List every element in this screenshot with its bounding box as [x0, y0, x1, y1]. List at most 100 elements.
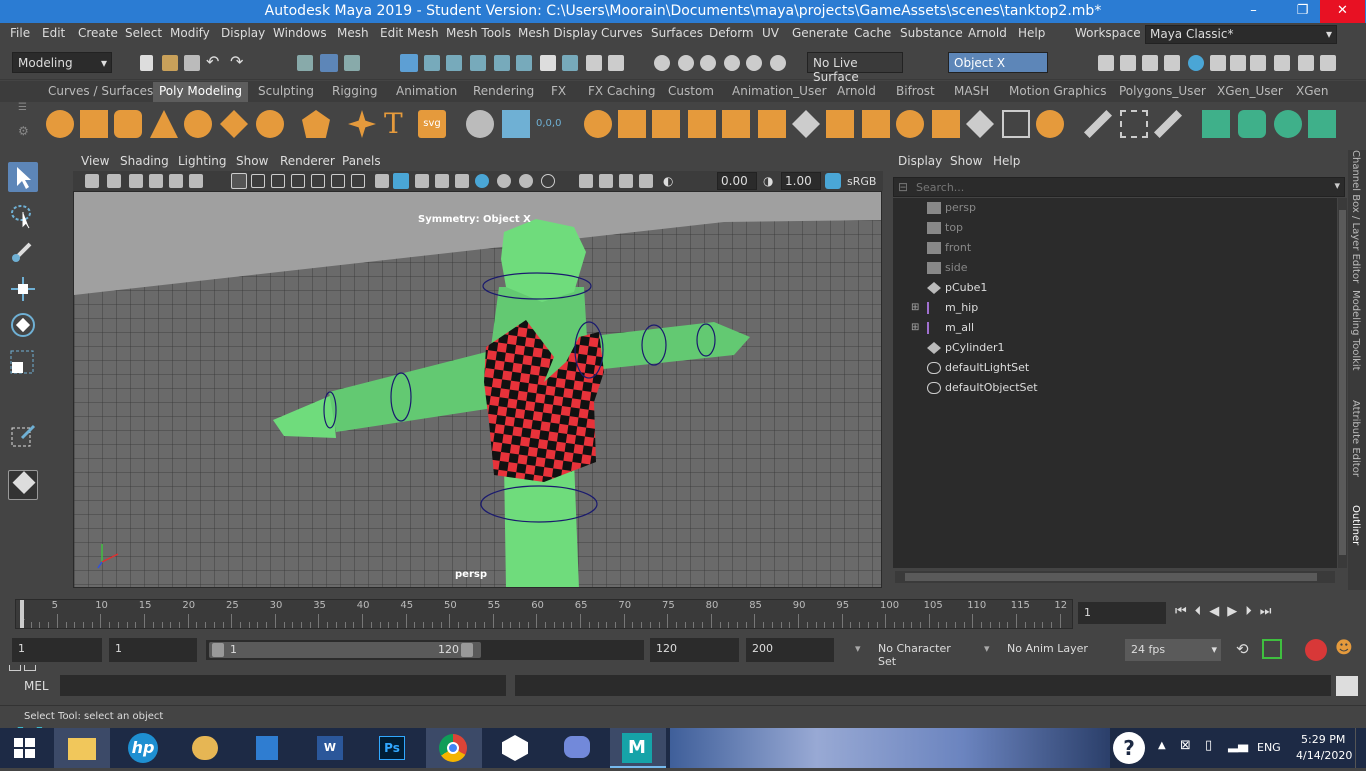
- expand-icon[interactable]: ⊞: [911, 318, 919, 338]
- channel-box-icon[interactable]: [1298, 55, 1314, 71]
- multi-cut-icon[interactable]: [1002, 110, 1030, 138]
- hscrollbar-thumb[interactable]: [905, 573, 1317, 581]
- poly-sphere-icon[interactable]: [46, 110, 74, 138]
- shelf-settings-icon[interactable]: ⚙: [18, 124, 29, 138]
- reflection-icon[interactable]: [700, 55, 716, 71]
- ipr-render-icon[interactable]: [1142, 55, 1158, 71]
- platonic-solid-icon[interactable]: [302, 110, 330, 138]
- workspace-dropdown[interactable]: Maya Classic* ▾: [1145, 25, 1337, 44]
- exposure-field[interactable]: 0.00: [717, 172, 757, 190]
- camera-select-icon[interactable]: [85, 174, 99, 188]
- current-time-marker[interactable]: [20, 600, 24, 628]
- uv-planar-icon[interactable]: [1202, 110, 1230, 138]
- hypershade-icon[interactable]: [1188, 55, 1204, 71]
- scrollbar-thumb[interactable]: [1339, 210, 1346, 555]
- shelf-tab-xgen[interactable]: XGen: [1290, 84, 1335, 98]
- last-tool-icon[interactable]: [8, 422, 38, 452]
- select-object-icon[interactable]: [320, 54, 338, 72]
- quad-draw-icon[interactable]: [1084, 110, 1112, 138]
- playback-start-field[interactable]: 1: [109, 638, 197, 662]
- lock-icon[interactable]: [586, 55, 602, 71]
- outliner-item[interactable]: persp: [893, 198, 1337, 218]
- tweak-icon[interactable]: [724, 55, 740, 71]
- channel-box-tab[interactable]: Channel Box / Layer Editor: [1350, 150, 1361, 283]
- discord-icon[interactable]: [550, 728, 606, 768]
- snap-surface-icon[interactable]: [494, 55, 510, 71]
- outliner-menu-show[interactable]: Show: [950, 154, 982, 168]
- chrome-icon[interactable]: [426, 728, 482, 768]
- merge-icon[interactable]: [862, 110, 890, 138]
- checkered-vest-mesh[interactable]: [484, 320, 604, 482]
- attribute-editor-tab[interactable]: Attribute Editor: [1350, 400, 1361, 477]
- anti-aliasing-icon[interactable]: [541, 174, 555, 188]
- outliner-menu-display[interactable]: Display: [898, 154, 942, 168]
- bookmarks-icon[interactable]: [129, 174, 143, 188]
- panel-menu-show[interactable]: Show: [236, 154, 268, 168]
- clock-date[interactable]: 4/14/2020: [1296, 749, 1352, 762]
- menu-uv[interactable]: UV: [762, 26, 779, 40]
- current-frame-field[interactable]: 1: [1078, 602, 1166, 624]
- rotate-tool-icon[interactable]: [8, 310, 38, 340]
- mel-command-input[interactable]: [60, 675, 506, 696]
- notepad-icon[interactable]: [240, 728, 296, 768]
- shelf-tab-polygons-user[interactable]: Polygons_User: [1113, 84, 1212, 98]
- gamma-icon[interactable]: ◑: [763, 174, 777, 188]
- character-set-field[interactable]: No Character Set: [872, 638, 970, 668]
- render-settings-icon[interactable]: [1164, 55, 1180, 71]
- wireframe-icon[interactable]: [375, 174, 389, 188]
- poly-disc-icon[interactable]: [256, 110, 284, 138]
- new-scene-icon[interactable]: [140, 55, 153, 71]
- modeling-toolkit-icon[interactable]: [1230, 55, 1246, 71]
- collapse-icon[interactable]: [966, 110, 994, 138]
- step-back-key-icon[interactable]: ⏴: [1195, 604, 1210, 619]
- shadows-icon[interactable]: [475, 174, 489, 188]
- shelf-tab-fx[interactable]: FX: [545, 84, 572, 98]
- use-all-lights-icon[interactable]: [455, 174, 469, 188]
- gamma-field[interactable]: 1.00: [781, 172, 821, 190]
- go-to-end-icon[interactable]: ⏭: [1260, 604, 1280, 619]
- render-current-icon[interactable]: [1120, 55, 1136, 71]
- poly-plane-icon[interactable]: [220, 110, 248, 138]
- safe-title-icon[interactable]: [351, 174, 365, 188]
- outliner-item[interactable]: top: [893, 218, 1337, 238]
- safe-action-icon[interactable]: [331, 174, 345, 188]
- animation-end-field[interactable]: 200: [746, 638, 834, 662]
- shelf-tab-sculpting[interactable]: Sculpting: [252, 84, 320, 98]
- snap-curve-icon[interactable]: [424, 55, 440, 71]
- auto-key-icon[interactable]: [1262, 639, 1282, 659]
- playback-end-field[interactable]: 120: [650, 638, 739, 662]
- poly-torus-icon[interactable]: [184, 110, 212, 138]
- panel-menu-renderer[interactable]: Renderer: [280, 154, 335, 168]
- step-forward-key-icon[interactable]: ⏵: [1245, 604, 1260, 619]
- menu-create[interactable]: Create: [78, 26, 118, 40]
- undo-icon[interactable]: ↶: [206, 54, 222, 71]
- camera-attributes-icon[interactable]: [107, 174, 121, 188]
- range-slider-end-handle[interactable]: [461, 643, 473, 657]
- start-button[interactable]: [0, 728, 50, 768]
- panel-menu-view[interactable]: View: [81, 154, 109, 168]
- smooth-shade-icon[interactable]: [393, 173, 409, 189]
- time-ruler[interactable]: 1510152025303540455055606570758085909510…: [15, 599, 1073, 629]
- marquee-icon[interactable]: [746, 55, 762, 71]
- search-options-chevron-down-icon[interactable]: ▾: [1334, 179, 1340, 192]
- outliner-item[interactable]: ⊞ m_all: [893, 318, 1337, 338]
- symmetry-dropdown[interactable]: Object X: [948, 52, 1048, 73]
- wedge-icon[interactable]: [932, 110, 960, 138]
- poly-cone-icon[interactable]: [150, 110, 178, 138]
- exposure-icon[interactable]: ◐: [663, 174, 677, 188]
- maximize-button[interactable]: ❐: [1280, 0, 1325, 23]
- shelf-tab-fx-caching[interactable]: FX Caching: [582, 84, 661, 98]
- uv-spherical-icon[interactable]: [1274, 110, 1302, 138]
- panel-menu-shading[interactable]: Shading: [120, 154, 169, 168]
- snap-grid-icon[interactable]: [400, 54, 418, 72]
- step-back-frame-icon[interactable]: ◀: [1209, 604, 1227, 619]
- menu-mesh-display[interactable]: Mesh Display: [518, 26, 598, 40]
- modeling-toolkit-tab[interactable]: Modeling Toolkit: [1350, 290, 1361, 371]
- select-hierarchy-icon[interactable]: [297, 55, 313, 71]
- panel-menu-lighting[interactable]: Lighting: [178, 154, 227, 168]
- outliner-item[interactable]: defaultLightSet: [893, 358, 1337, 378]
- menu-modify[interactable]: Modify: [170, 26, 210, 40]
- outliner-item[interactable]: pCylinder1: [893, 338, 1337, 358]
- shelf-tab-rendering[interactable]: Rendering: [467, 84, 540, 98]
- type-tool-icon[interactable]: T: [384, 110, 412, 138]
